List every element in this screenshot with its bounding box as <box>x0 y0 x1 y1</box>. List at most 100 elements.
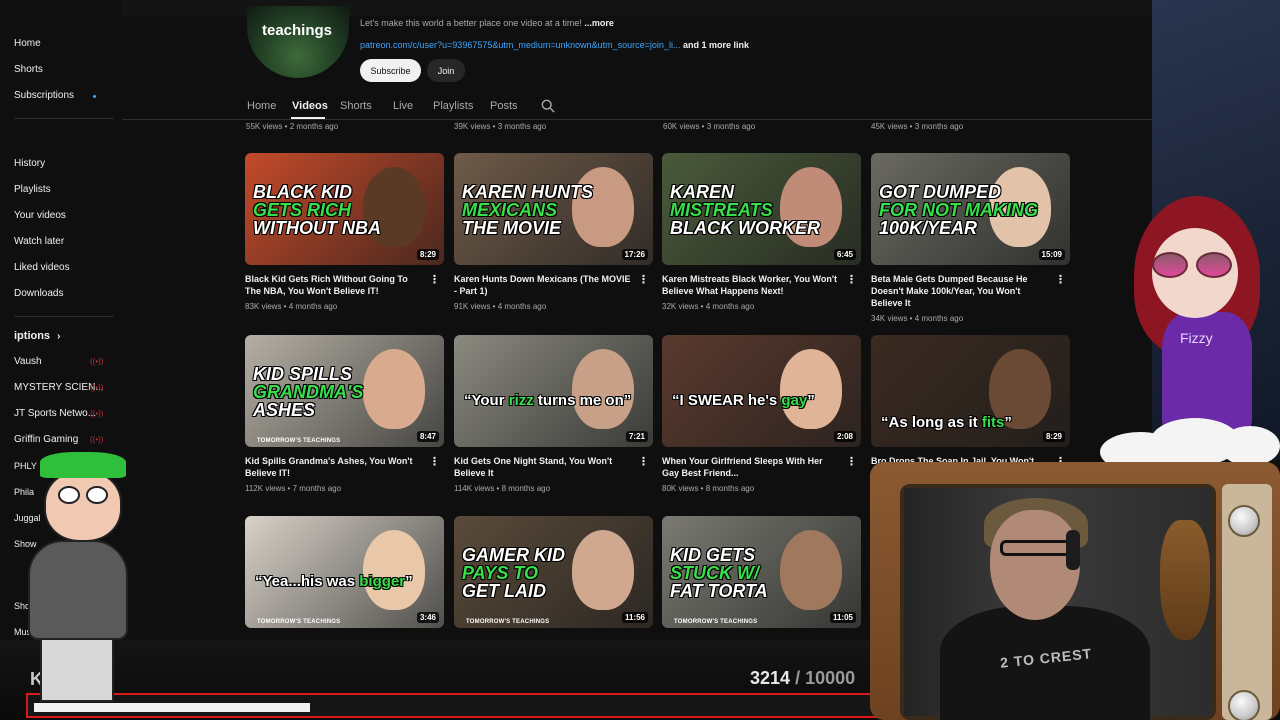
video-card[interactable]: KID GETS STUCK W/FAT TORTA TOMORROW'S TEAC… <box>662 516 861 628</box>
subscription-item[interactable]: Show <box>14 539 37 549</box>
video-thumbnail[interactable]: “I SWEAR he's gay” 2:08 <box>662 335 861 447</box>
caption-line: KID SPILLS <box>253 364 353 384</box>
subscription-item[interactable]: JT Sports Netwo... <box>14 408 96 419</box>
video-thumbnail[interactable]: KID SPILLS GRANDMA'S ASHES TOMORROW'S TEACH… <box>245 335 444 447</box>
description-more-link[interactable]: ...more <box>584 18 614 28</box>
sidebar-item-subscriptions[interactable]: Subscriptions <box>14 90 74 101</box>
thumbnail-caption: GAMER KID PAYS TO GET LAID <box>462 546 642 600</box>
video-title[interactable]: Kid Spills Grandma's Ashes, You Won't Be… <box>245 455 423 479</box>
thumbnail-caption: BLACK KID GETS RICH WITHOUT NBA <box>253 183 433 237</box>
video-thumbnail[interactable]: “As long as it fits” 8:29 <box>871 335 1070 447</box>
video-card[interactable]: KAREN MISTREATS BLACK WORKER 6:45 Karen Mist… <box>662 153 861 311</box>
thumbnail-caption: KID SPILLS GRANDMA'S ASHES <box>253 365 433 419</box>
video-duration: 8:29 <box>1042 431 1065 442</box>
tab-posts[interactable]: Posts <box>490 100 518 112</box>
sidebar-item-watch-later[interactable]: Watch later <box>14 236 64 247</box>
tv-knob <box>1228 505 1260 537</box>
sidebar-item-history[interactable]: History <box>14 158 45 169</box>
video-duration: 8:47 <box>416 431 439 442</box>
caption-line: ASHES <box>253 400 316 420</box>
caption-line: WITHOUT NBA <box>253 218 381 238</box>
video-card[interactable]: “Your rizz turns me on” 7:21 Kid Gets One … <box>454 335 653 493</box>
channel-links: patreon.com/c/user?u=93967575&utm_medium… <box>360 40 749 50</box>
live-icon: ((•)) <box>90 383 104 392</box>
video-card[interactable]: “Yea...his was bigger” TOMORROW'S TEACHIN… <box>245 516 444 628</box>
more-options-icon[interactable]: ⋮ <box>429 273 440 286</box>
video-duration: 11:56 <box>621 612 648 623</box>
tab-playlists[interactable]: Playlists <box>433 100 473 112</box>
video-card[interactable]: GOT DUMPED FOR NOT MAKING 100K/YEAR 15:09 Be… <box>871 153 1070 323</box>
video-card[interactable]: KID SPILLS GRANDMA'S ASHES TOMORROW'S TEACH… <box>245 335 444 493</box>
more-options-icon[interactable]: ⋮ <box>846 273 857 286</box>
new-content-dot <box>93 95 96 98</box>
video-thumbnail[interactable]: “Your rizz turns me on” 7:21 <box>454 335 653 447</box>
thumbnail-caption: KAREN HUNTS MEXICANS THE MOVIE <box>462 183 642 237</box>
tab-home[interactable]: Home <box>247 100 276 112</box>
subscribe-button[interactable]: Subscribe <box>360 59 421 82</box>
video-thumbnail[interactable]: “Yea...his was bigger” TOMORROW'S TEACHIN… <box>245 516 444 628</box>
channel-avatar[interactable] <box>247 6 349 78</box>
more-options-icon[interactable]: ⋮ <box>1055 273 1066 286</box>
video-card[interactable]: KAREN HUNTS MEXICANS THE MOVIE 17:26 Karen H… <box>454 153 653 311</box>
more-links-button[interactable]: and 1 more link <box>683 40 749 50</box>
video-thumbnail[interactable]: GAMER KID PAYS TO GET LAID TOMORROW'S TEACH… <box>454 516 653 628</box>
search-icon[interactable] <box>541 99 555 113</box>
headset-icon <box>1066 530 1080 570</box>
more-options-icon[interactable]: ⋮ <box>846 455 857 468</box>
video-thumbnail[interactable]: BLACK KID GETS RICH WITHOUT NBA 8:29 <box>245 153 444 265</box>
video-thumbnail[interactable]: KAREN MISTREATS BLACK WORKER 6:45 <box>662 153 861 265</box>
video-thumbnail[interactable]: GOT DUMPED FOR NOT MAKING 100K/YEAR 15:09 <box>871 153 1070 265</box>
video-title[interactable]: Kid Gets One Night Stand, You Won't Beli… <box>454 455 632 479</box>
thumbnail-person <box>780 349 842 429</box>
video-card[interactable]: “I SWEAR he's gay” 2:08 When Your Girlfrie… <box>662 335 861 493</box>
video-title[interactable]: Karen Hunts Down Mexicans (The MOVIE - P… <box>454 273 632 297</box>
sidebar-item-home[interactable]: Home <box>14 38 41 49</box>
more-options-icon[interactable]: ⋮ <box>638 455 649 468</box>
join-button[interactable]: Join <box>427 59 465 82</box>
more-options-icon[interactable]: ⋮ <box>429 455 440 468</box>
subscription-item[interactable]: PHLY <box>14 461 37 471</box>
tab-videos[interactable]: Videos <box>292 100 328 112</box>
caption-line: GETS RICH <box>253 200 352 220</box>
video-meta: 45K views • 3 months ago <box>871 122 964 131</box>
patreon-link[interactable]: patreon.com/c/user?u=93967575&utm_medium… <box>360 40 680 50</box>
video-title[interactable]: Karen Mistreats Black Worker, You Won't … <box>662 273 840 297</box>
video-duration: 8:29 <box>416 249 439 260</box>
channel-brand-watermark: TOMORROW'S TEACHINGS <box>466 619 550 625</box>
caption-line: MISTREATS <box>670 200 773 220</box>
sidebar-item-playlists[interactable]: Playlists <box>14 184 51 195</box>
video-duration: 11:05 <box>829 612 856 623</box>
video-meta: 112K views • 7 months ago <box>245 484 342 493</box>
subscription-item[interactable]: Vaush <box>14 356 42 367</box>
tv-knob <box>1228 690 1260 720</box>
video-duration: 7:21 <box>625 431 648 442</box>
thumbnail-quote: “As long as it fits” <box>881 414 1012 431</box>
subscriptions-section-title[interactable]: iptions › <box>14 330 60 342</box>
more-options-icon[interactable]: ⋮ <box>638 273 649 286</box>
fizzy-eye <box>1152 252 1188 278</box>
subscription-item[interactable]: Griffin Gaming <box>14 434 78 445</box>
video-thumbnail[interactable]: KAREN HUNTS MEXICANS THE MOVIE 17:26 <box>454 153 653 265</box>
sidebar-item-shorts[interactable]: Shorts <box>14 64 43 75</box>
tab-shorts[interactable]: Shorts <box>340 100 372 112</box>
channel-description[interactable]: Let's make this world a better place one… <box>360 18 614 28</box>
video-meta: 55K views • 2 months ago <box>246 122 339 131</box>
video-title[interactable]: When Your Girlfriend Sleeps With Her Gay… <box>662 455 840 479</box>
sidebar-item-your-videos[interactable]: Your videos <box>14 210 66 221</box>
video-card[interactable]: BLACK KID GETS RICH WITHOUT NBA 8:29 Black K… <box>245 153 444 311</box>
caption-line: GET LAID <box>462 581 546 601</box>
tab-live[interactable]: Live <box>393 100 413 112</box>
kicks-count: 3214 / 10000 <box>750 668 856 688</box>
video-thumbnail[interactable]: KID GETS STUCK W/FAT TORTA TOMORROW'S TEAC… <box>662 516 861 628</box>
sidebar-item-downloads[interactable]: Downloads <box>14 288 63 299</box>
subscription-item[interactable]: Juggal <box>14 513 41 523</box>
subscription-item[interactable]: Phila <box>14 487 34 497</box>
video-title[interactable]: Black Kid Gets Rich Without Going To The… <box>245 273 423 297</box>
caption-line: GRANDMA'S <box>253 382 364 402</box>
video-card[interactable]: “As long as it fits” 8:29 Bro Drops The So… <box>871 335 1070 479</box>
sidebar-item-liked-videos[interactable]: Liked videos <box>14 262 70 273</box>
caption-line: 100K/YEAR <box>879 218 978 238</box>
video-card[interactable]: GAMER KID PAYS TO GET LAID TOMORROW'S TEACH… <box>454 516 653 628</box>
channel-brand-watermark: TOMORROW'S TEACHINGS <box>257 619 341 625</box>
video-title[interactable]: Beta Male Gets Dumped Because He Doesn't… <box>871 273 1049 309</box>
